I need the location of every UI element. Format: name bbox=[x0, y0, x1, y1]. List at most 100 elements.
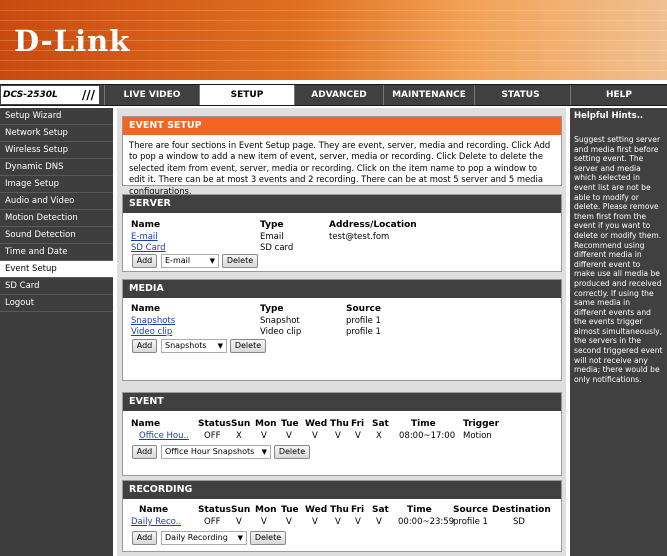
sidebar-item-audio-video[interactable]: Audio and Video bbox=[0, 193, 113, 210]
media-type-snapshots: Snapshot bbox=[260, 316, 300, 326]
chevron-down-icon: ▼ bbox=[209, 257, 215, 265]
sidebar-item-time-date[interactable]: Time and Date bbox=[0, 244, 113, 261]
recording-select[interactable]: Daily Recording ▼ bbox=[161, 531, 247, 545]
recording-sun: V bbox=[236, 517, 242, 527]
media-select-value: Snapshots bbox=[165, 341, 207, 350]
top-nav: DCS-2530L /// LIVE VIDEO SETUP ADVANCED … bbox=[0, 84, 667, 106]
event-header-tue: Tue bbox=[281, 419, 299, 429]
server-link-sd-card[interactable]: SD Card bbox=[131, 243, 166, 253]
media-link-video-clip[interactable]: Video clip bbox=[131, 327, 172, 337]
event-select-value: Office Hour Snapshots bbox=[165, 447, 255, 456]
media-header-type: Type bbox=[260, 304, 284, 314]
tab-setup[interactable]: SETUP bbox=[199, 85, 294, 105]
recording-header-destination: Destination bbox=[492, 505, 551, 515]
event-sun: X bbox=[236, 431, 242, 441]
tab-maintenance[interactable]: MAINTENANCE bbox=[383, 85, 474, 105]
sidebar-item-motion-detection[interactable]: Motion Detection bbox=[0, 210, 113, 227]
sidebar-item-network-setup[interactable]: Network Setup bbox=[0, 125, 113, 142]
server-add-button[interactable]: Add bbox=[132, 254, 157, 268]
sidebar-item-setup-wizard[interactable]: Setup Wizard bbox=[0, 108, 113, 125]
server-header-type: Type bbox=[260, 220, 284, 230]
recording-fri: V bbox=[355, 517, 361, 527]
event-trigger: Motion bbox=[463, 431, 492, 441]
recording-header-fri: Fri bbox=[351, 505, 365, 515]
chevron-down-icon: ▼ bbox=[237, 534, 243, 542]
server-link-email[interactable]: E-mail bbox=[131, 232, 158, 242]
recording-header-name: Name bbox=[139, 505, 169, 515]
chevron-down-icon: ▼ bbox=[217, 342, 223, 350]
recording-destination: SD bbox=[513, 517, 525, 527]
recording-status: OFF bbox=[204, 517, 221, 527]
event-tue: V bbox=[286, 431, 292, 441]
event-header-thu: Thu bbox=[330, 419, 349, 429]
media-type-video-clip: Video clip bbox=[260, 327, 302, 337]
server-type-email: Email bbox=[260, 232, 284, 242]
chevron-down-icon: ▼ bbox=[261, 448, 267, 456]
media-title: MEDIA bbox=[123, 280, 561, 298]
recording-header-tue: Tue bbox=[281, 505, 299, 515]
sidebar-item-image-setup[interactable]: Image Setup bbox=[0, 176, 113, 193]
hints-title: Helpful Hints.. bbox=[574, 111, 644, 121]
event-header-status: Status bbox=[198, 419, 231, 429]
recording-mon: V bbox=[261, 517, 267, 527]
recording-header-sat: Sat bbox=[372, 505, 389, 515]
event-link-office-hour[interactable]: Office Hou.. bbox=[139, 431, 189, 441]
media-add-button[interactable]: Add bbox=[132, 339, 157, 353]
sidebar: Setup Wizard Network Setup Wireless Setu… bbox=[0, 108, 113, 556]
server-type-sd-card: SD card bbox=[260, 243, 294, 253]
sidebar-item-event-setup[interactable]: Event Setup bbox=[0, 261, 113, 278]
recording-header-time: Time bbox=[407, 505, 432, 515]
media-header-name: Name bbox=[131, 304, 161, 314]
recording-tue: V bbox=[286, 517, 292, 527]
sidebar-item-logout[interactable]: Logout bbox=[0, 295, 113, 312]
event-header-trigger: Trigger bbox=[463, 419, 500, 429]
server-section: SERVER Name Type Address/Location E-mail… bbox=[122, 194, 562, 272]
slash-decoration: /// bbox=[81, 88, 95, 102]
server-header-name: Name bbox=[131, 220, 161, 230]
tab-help[interactable]: HELP bbox=[570, 85, 667, 105]
media-delete-button[interactable]: Delete bbox=[230, 339, 266, 353]
event-thu: V bbox=[335, 431, 341, 441]
media-link-snapshots[interactable]: Snapshots bbox=[131, 316, 175, 326]
tab-advanced[interactable]: ADVANCED bbox=[294, 85, 383, 105]
sidebar-item-dynamic-dns[interactable]: Dynamic DNS bbox=[0, 159, 113, 176]
recording-wed: V bbox=[312, 517, 318, 527]
event-status: OFF bbox=[204, 431, 221, 441]
event-wed: V bbox=[312, 431, 318, 441]
event-add-button[interactable]: Add bbox=[132, 445, 157, 459]
recording-link-daily[interactable]: Daily Reco.. bbox=[131, 517, 181, 527]
event-fri: V bbox=[355, 431, 361, 441]
server-select[interactable]: E-mail ▼ bbox=[161, 254, 219, 268]
server-delete-button[interactable]: Delete bbox=[222, 254, 258, 268]
media-select[interactable]: Snapshots ▼ bbox=[161, 339, 227, 353]
media-source-snapshots: profile 1 bbox=[346, 316, 381, 326]
event-sat: X bbox=[376, 431, 382, 441]
recording-sat: V bbox=[376, 517, 382, 527]
recording-thu: V bbox=[335, 517, 341, 527]
recording-header-sun: Sun bbox=[231, 505, 251, 515]
tab-status[interactable]: STATUS bbox=[474, 85, 566, 105]
event-header-sat: Sat bbox=[372, 419, 389, 429]
server-header-address: Address/Location bbox=[329, 220, 417, 230]
helpful-hints-panel: Helpful Hints.. Suggest setting server a… bbox=[570, 108, 667, 556]
recording-source: profile 1 bbox=[453, 517, 488, 527]
model-label: DCS-2530L /// bbox=[0, 85, 100, 105]
sidebar-item-wireless-setup[interactable]: Wireless Setup bbox=[0, 142, 113, 159]
recording-select-value: Daily Recording bbox=[165, 533, 228, 542]
recording-header-source: Source bbox=[453, 505, 488, 515]
event-header-fri: Fri bbox=[351, 419, 365, 429]
event-mon: V bbox=[261, 431, 267, 441]
event-header-name: Name bbox=[131, 419, 161, 429]
recording-add-button[interactable]: Add bbox=[132, 531, 157, 545]
sidebar-item-sound-detection[interactable]: Sound Detection bbox=[0, 227, 113, 244]
header-banner: D-Link bbox=[0, 0, 667, 80]
event-select[interactable]: Office Hour Snapshots ▼ bbox=[161, 445, 271, 459]
sidebar-item-sd-card[interactable]: SD Card bbox=[0, 278, 113, 295]
event-delete-button[interactable]: Delete bbox=[274, 445, 310, 459]
tab-live-video[interactable]: LIVE VIDEO bbox=[104, 85, 199, 105]
server-address-email: test@test.fom bbox=[329, 232, 390, 242]
dlink-logo: D-Link bbox=[14, 24, 131, 58]
media-source-video-clip: profile 1 bbox=[346, 327, 381, 337]
recording-delete-button[interactable]: Delete bbox=[250, 531, 286, 545]
event-header-time: Time bbox=[411, 419, 436, 429]
